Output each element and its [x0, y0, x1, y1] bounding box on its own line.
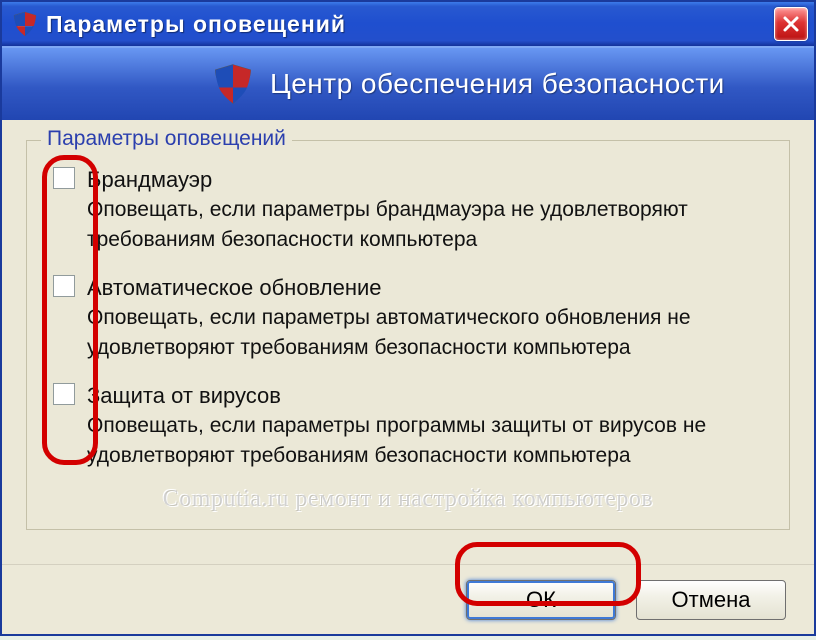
footer: ОК Отмена — [2, 564, 814, 634]
option-desc: Оповещать, если параметры автоматическог… — [87, 303, 763, 363]
shield-icon — [212, 63, 254, 105]
option-antivirus: Защита от вирусов Оповещать, если параме… — [53, 381, 763, 471]
option-autoupdate: Автоматическое обновление Оповещать, есл… — [53, 273, 763, 363]
option-title: Защита от вирусов — [87, 381, 763, 411]
window: Параметры оповещений Центр обеспечения б… — [0, 0, 816, 636]
close-button[interactable] — [774, 7, 808, 41]
checkbox-antivirus[interactable] — [53, 383, 75, 405]
header-title: Центр обеспечения безопасности — [270, 68, 725, 100]
option-firewall: Брандмауэр Оповещать, если параметры бра… — [53, 165, 763, 255]
titlebar: Параметры оповещений — [2, 2, 814, 46]
shield-icon — [12, 11, 38, 37]
option-title: Брандмауэр — [87, 165, 763, 195]
option-title: Автоматическое обновление — [87, 273, 763, 303]
ok-button[interactable]: ОК — [466, 580, 616, 620]
option-desc: Оповещать, если параметры брандмауэра не… — [87, 195, 763, 255]
checkbox-autoupdate[interactable] — [53, 275, 75, 297]
watermark: Computia.ru ремонт и настройка компьютер… — [27, 486, 789, 513]
close-icon — [782, 15, 800, 33]
cancel-button[interactable]: Отмена — [636, 580, 786, 620]
window-title: Параметры оповещений — [46, 11, 346, 38]
option-desc: Оповещать, если параметры программы защи… — [87, 411, 763, 471]
body-panel: Параметры оповещений Брандмауэр Оповещат… — [2, 120, 814, 564]
notification-groupbox: Параметры оповещений Брандмауэр Оповещат… — [26, 140, 790, 530]
header-strip: Центр обеспечения безопасности — [2, 46, 814, 120]
groupbox-legend: Параметры оповещений — [41, 127, 292, 151]
checkbox-firewall[interactable] — [53, 167, 75, 189]
